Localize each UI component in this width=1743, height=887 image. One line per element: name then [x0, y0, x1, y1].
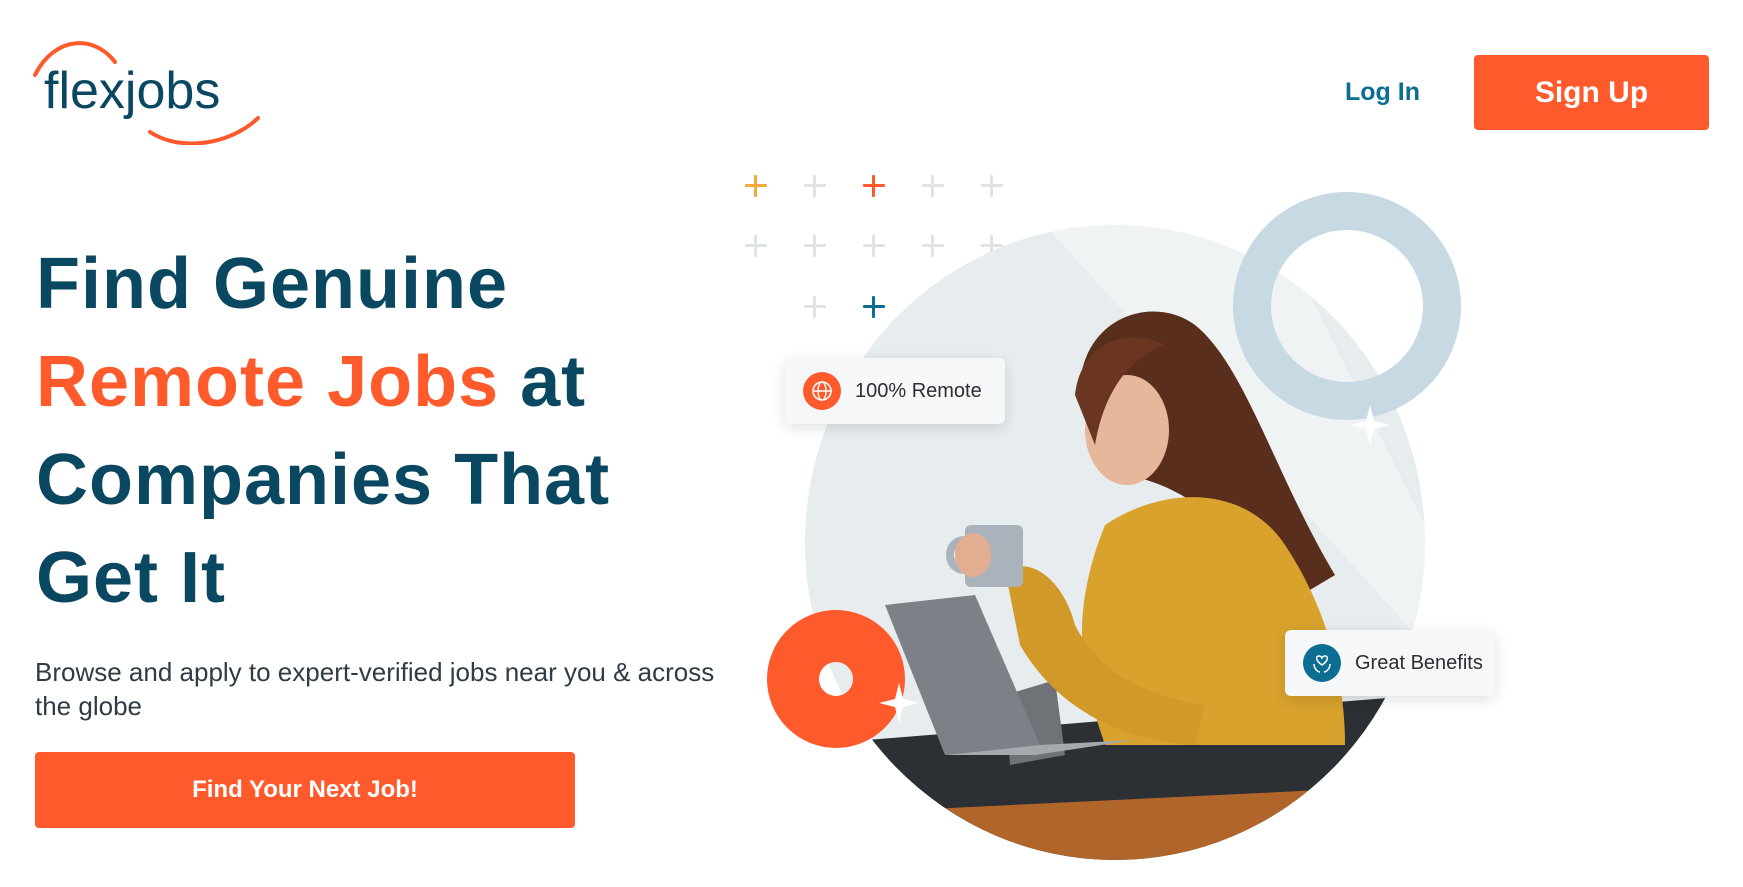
decor-plus-icon	[863, 296, 885, 318]
headline-line2-rest: at	[499, 342, 587, 422]
logo-text: flexjobs	[44, 62, 220, 120]
decor-plus-icon	[863, 175, 885, 197]
decor-ring-orange	[767, 610, 905, 748]
feature-card-benefits: Great Benefits	[1285, 630, 1495, 696]
sparkle-icon	[1350, 405, 1390, 445]
globe-icon	[803, 372, 841, 410]
signup-button[interactable]: Sign Up	[1474, 55, 1709, 130]
decor-plus-icon	[804, 235, 826, 257]
hero-headline: Find Genuine Remote Jobs at Companies Th…	[36, 235, 736, 627]
logo-icon: flexjobs	[33, 41, 260, 146]
headline-line3: Companies That	[36, 440, 611, 520]
headline-line4: Get It	[36, 538, 227, 618]
decor-plus-icon	[804, 175, 826, 197]
decor-plus-icon	[804, 296, 826, 318]
decor-plus-icon	[922, 175, 944, 197]
page: flexjobs Log In Sign Up Find Genuine Rem…	[0, 0, 1743, 887]
headline-line1: Find Genuine	[36, 244, 508, 324]
find-next-job-button[interactable]: Find Your Next Job!	[35, 752, 575, 828]
feature-card-benefits-label: Great Benefits	[1355, 651, 1483, 674]
decor-plus-icon	[745, 175, 767, 197]
headline-accent: Remote Jobs	[36, 342, 500, 422]
sparkle-icon	[879, 683, 919, 723]
feature-card-remote-label: 100% Remote	[855, 379, 982, 402]
login-link[interactable]: Log In	[1330, 72, 1435, 112]
decor-plus-icon	[863, 235, 885, 257]
decor-plus-icon	[745, 235, 767, 257]
hero-subtitle: Browse and apply to expert-verified jobs…	[35, 657, 715, 721]
feature-card-remote: 100% Remote	[785, 358, 1005, 424]
decor-plus-icon	[981, 175, 1003, 197]
flexjobs-logo[interactable]: flexjobs	[30, 40, 265, 146]
decor-plus-icon	[922, 235, 944, 257]
heart-hands-icon	[1303, 644, 1341, 682]
decor-ring-blue	[1233, 192, 1461, 420]
